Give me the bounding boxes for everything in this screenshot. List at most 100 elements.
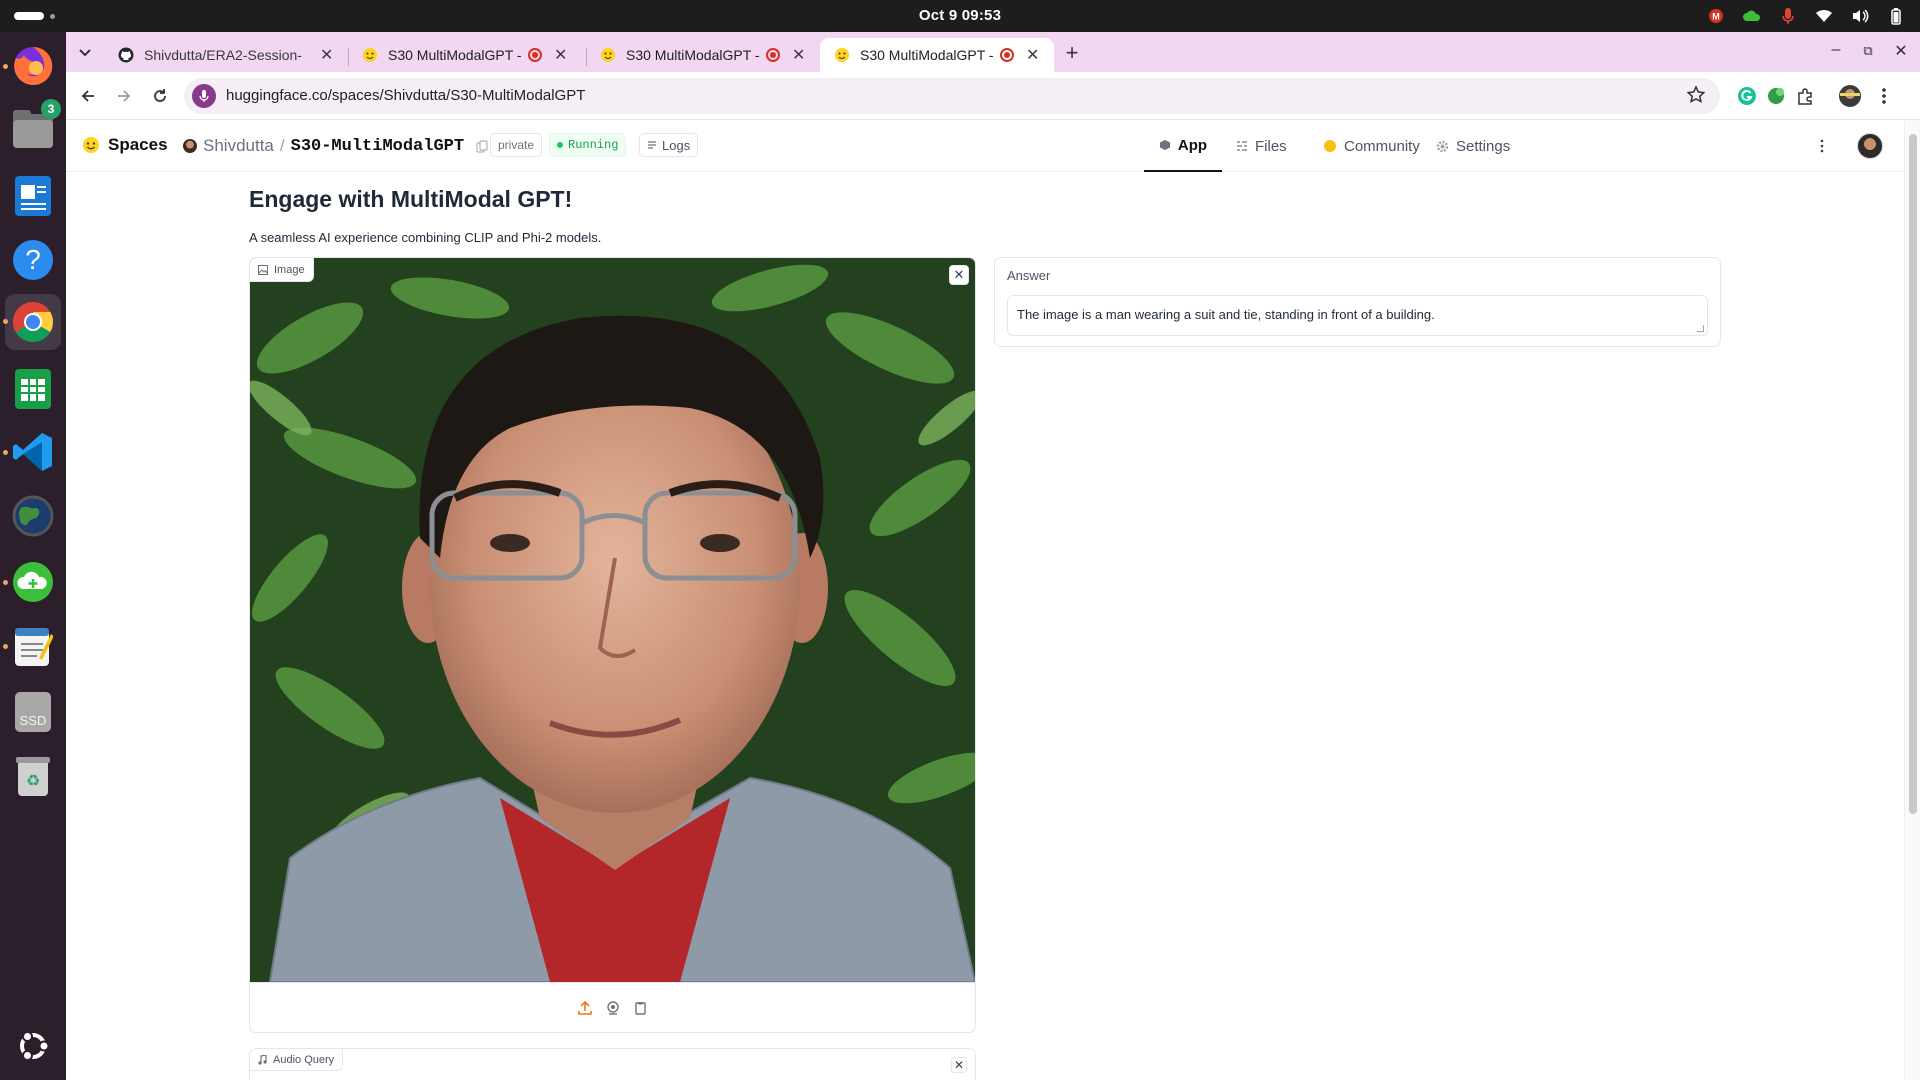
private-badge: private (490, 133, 543, 157)
microphone-icon[interactable] (1778, 6, 1798, 26)
vscode-icon (13, 433, 52, 471)
dock-files[interactable]: 3 (9, 99, 61, 153)
tab-title: S30 MultiModalGPT - (626, 47, 760, 63)
dock-vscode[interactable] (3, 428, 57, 476)
clear-audio-button[interactable]: ✕ (951, 1057, 967, 1073)
dock-writer[interactable] (9, 172, 57, 220)
profile-avatar[interactable] (1838, 84, 1862, 108)
tab-close-button[interactable]: ✕ (320, 45, 333, 65)
maximize-button[interactable]: ⧉ (1856, 43, 1880, 59)
tab-app[interactable]: App (1144, 120, 1222, 172)
cloud-icon (13, 562, 53, 602)
space-more-button[interactable] (1810, 134, 1834, 158)
gmail-indicator-icon[interactable]: M (1706, 6, 1726, 26)
tab-close-button[interactable]: ✕ (792, 45, 805, 65)
chrome-menu-button[interactable] (1872, 84, 1896, 108)
system-tray[interactable]: M (1706, 6, 1906, 26)
user-avatar[interactable] (1857, 133, 1883, 159)
upload-icon[interactable] (576, 999, 594, 1017)
dock-trash[interactable]: ♻ (9, 752, 57, 800)
notepad-icon (15, 628, 53, 666)
repo-name[interactable]: S30-MultiModalGPT (291, 137, 464, 156)
clear-image-button[interactable]: ✕ (949, 265, 969, 285)
browser-toolbar: huggingface.co/spaces/Shivdutta/S30-Mult… (66, 72, 1920, 120)
battery-icon[interactable] (1886, 6, 1906, 26)
tab-space-2[interactable]: S30 MultiModalGPT - ✕ (586, 38, 824, 72)
webcam-icon[interactable] (604, 999, 622, 1017)
answer-label: Answer (1007, 268, 1051, 283)
spaces-link[interactable]: Spaces (82, 135, 168, 155)
minimize-button[interactable]: ‒ (1824, 41, 1848, 59)
tab-settings[interactable]: Settings (1436, 120, 1510, 172)
tab-close-button[interactable]: ✕ (554, 45, 567, 65)
dock-firefox[interactable] (3, 42, 57, 90)
close-window-button[interactable]: ✕ (1889, 41, 1913, 61)
tab-community[interactable]: Community (1323, 120, 1420, 172)
answer-textbox[interactable]: The image is a man wearing a suit and ti… (1007, 295, 1708, 336)
clipboard-icon[interactable] (632, 999, 650, 1017)
tab-close-button[interactable]: ✕ (1026, 45, 1039, 65)
owner-link[interactable]: Shivdutta (203, 136, 274, 156)
microphone-permission-icon[interactable] (192, 84, 216, 108)
hugging-face-logo-icon (83, 137, 99, 153)
dock-cloud[interactable] (3, 558, 57, 606)
grammarly-icon[interactable] (1735, 84, 1759, 108)
chrome-icon (13, 302, 53, 342)
cube-icon (1159, 140, 1170, 150)
hugging-face-icon (362, 47, 378, 63)
files-badge: 3 (41, 99, 61, 119)
page-scrollbar[interactable] (1904, 120, 1920, 1080)
running-status-badge[interactable]: Running (549, 133, 627, 157)
cloud-sync-icon[interactable] (1742, 6, 1762, 26)
wifi-icon[interactable] (1814, 6, 1834, 26)
tab-search-button[interactable] (74, 42, 96, 64)
new-tab-button[interactable]: + (1059, 40, 1085, 66)
tab-github[interactable]: Shivdutta/ERA2-Session- ✕ (104, 38, 344, 72)
dock-chrome[interactable] (3, 294, 61, 350)
copy-icon[interactable] (476, 140, 488, 153)
dock-calc[interactable] (9, 365, 57, 413)
tab-title: Shivdutta/ERA2-Session- (144, 47, 302, 63)
github-icon (118, 47, 134, 63)
answer-text: The image is a man wearing a suit and ti… (1017, 307, 1435, 322)
uploaded-photo (250, 258, 975, 982)
kebab-menu-icon (1820, 139, 1824, 153)
forward-button[interactable] (112, 84, 136, 108)
clock[interactable]: Oct 9 09:53 (0, 7, 1920, 24)
tab-space-1[interactable]: S30 MultiModalGPT - ✕ (348, 38, 586, 72)
back-arrow-icon (81, 90, 94, 102)
dock-show-apps[interactable] (9, 1022, 57, 1070)
reload-button[interactable] (148, 84, 172, 108)
url-text[interactable]: huggingface.co/spaces/Shivdutta/S30-Mult… (226, 87, 585, 104)
trash-icon: ♻ (16, 757, 50, 796)
forward-arrow-icon (118, 90, 131, 102)
svg-text:M: M (1712, 12, 1720, 22)
dock-earth[interactable] (9, 492, 57, 540)
address-bar[interactable]: huggingface.co/spaces/Shivdutta/S30-Mult… (184, 78, 1720, 114)
extension-leaf-icon[interactable] (1764, 84, 1788, 108)
logs-button[interactable]: Logs (639, 133, 699, 157)
audio-label: Audio Query (250, 1049, 344, 1071)
image-input[interactable]: Image ✕ (249, 257, 976, 1033)
recording-icon (766, 48, 780, 62)
files-icon (1237, 141, 1247, 151)
resize-handle[interactable] (1697, 325, 1704, 332)
dock-help[interactable]: ? (9, 236, 57, 284)
scrollbar-thumb[interactable] (1909, 134, 1917, 814)
dock-ssd[interactable]: SSD (9, 688, 57, 736)
kebab-menu-icon (1882, 88, 1886, 104)
back-button[interactable] (76, 84, 100, 108)
drive-icon: SSD (15, 692, 51, 732)
tab-files[interactable]: Files (1236, 120, 1287, 172)
system-top-bar: Oct 9 09:53 M (0, 0, 1920, 32)
ubuntu-icon (20, 1031, 50, 1061)
chrome-window: Shivdutta/ERA2-Session- ✕ S30 MultiModal… (66, 32, 1920, 1080)
volume-icon[interactable] (1850, 6, 1870, 26)
tab-space-active[interactable]: S30 MultiModalGPT - ✕ (820, 38, 1054, 72)
extensions-puzzle-icon[interactable] (1794, 84, 1818, 108)
document-icon (15, 176, 51, 216)
bookmark-star-icon[interactable] (1686, 85, 1706, 110)
owner-avatar (183, 139, 197, 153)
dock-text-editor[interactable] (3, 622, 57, 670)
audio-query-input[interactable]: Audio Query ✕ (249, 1048, 976, 1080)
